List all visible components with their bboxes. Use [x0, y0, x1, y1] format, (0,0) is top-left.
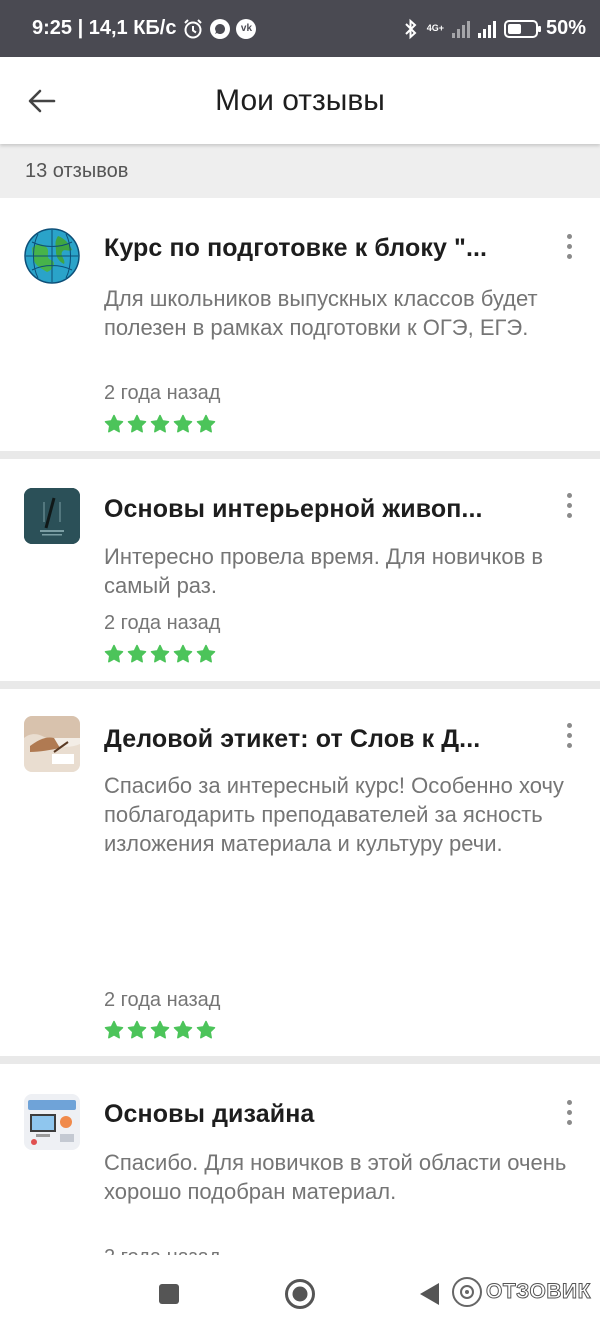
review-date: 2 года назад	[104, 1246, 220, 1255]
recents-button[interactable]	[150, 1275, 188, 1313]
review-title[interactable]: Курс по подготовке к блоку "...	[104, 234, 524, 263]
more-options-button[interactable]	[556, 485, 582, 525]
triangle-back-icon	[420, 1283, 439, 1305]
star-icon	[104, 1020, 124, 1039]
arrow-left-icon	[28, 89, 56, 113]
review-card[interactable]: Основы интерьерной живоп... Интересно пр…	[0, 459, 600, 681]
review-card[interactable]: Основы дизайна Спасибо. Для новичков в э…	[0, 1064, 600, 1255]
home-circle-icon	[285, 1279, 315, 1309]
business-etiquette-thumbnail	[24, 716, 80, 772]
home-button[interactable]	[281, 1275, 319, 1313]
watermark: ОТЗОВИК	[452, 1277, 591, 1307]
network-type: 4G+	[427, 24, 444, 33]
square-icon	[159, 1284, 179, 1304]
review-text: Интересно провела время. Для новичков в …	[104, 544, 544, 598]
alarm-icon	[182, 18, 204, 40]
star-icon	[127, 644, 147, 663]
review-title[interactable]: Основы дизайна	[104, 1100, 524, 1129]
review-title[interactable]: Деловой этикет: от Слов к Д...	[104, 725, 524, 754]
status-right: 4G+ 50%	[403, 17, 586, 40]
status-bar: 9:25 | 14,1 КБ/с vk 4G+ 50%	[0, 0, 600, 57]
back-nav-button[interactable]	[410, 1275, 448, 1313]
star-icon	[104, 414, 124, 433]
time-speed-text: 9:25 | 14,1 КБ/с	[32, 17, 177, 39]
review-title[interactable]: Основы интерьерной живоп...	[104, 495, 524, 524]
network-type-label: 4G+	[426, 23, 444, 33]
star-icon	[127, 1020, 147, 1039]
watermark-text: ОТЗОВИК	[486, 1280, 591, 1304]
reviews-count: 13 отзывов	[25, 159, 129, 182]
bluetooth-icon	[403, 18, 419, 40]
design-thumbnail	[24, 1094, 80, 1150]
star-icon	[104, 644, 124, 663]
otzovik-logo-icon	[452, 1277, 482, 1307]
star-icon	[127, 414, 147, 433]
star-icon	[173, 1020, 193, 1039]
star-icon	[173, 644, 193, 663]
review-card[interactable]: Курс по подготовке к блоку "... Для школ…	[0, 198, 600, 451]
vk-icon: vk	[236, 18, 257, 39]
page-title: Мои отзывы	[215, 83, 385, 117]
globe-thumbnail	[24, 228, 80, 284]
back-button[interactable]	[22, 81, 62, 121]
review-date: 2 года назад	[104, 382, 221, 404]
review-date: 2 года назад	[104, 989, 221, 1011]
signal-icon	[451, 20, 470, 38]
app-bar: Мои отзывы	[0, 57, 600, 144]
reviews-count-bar: 13 отзывов	[0, 144, 600, 198]
review-text: Спасибо за интересный курс! Особенно хоч…	[104, 773, 564, 856]
review-card[interactable]: Деловой этикет: от Слов к Д... Спасибо з…	[0, 689, 600, 1056]
review-date: 2 года назад	[104, 612, 221, 634]
star-icon	[150, 644, 170, 663]
star-icon	[150, 414, 170, 433]
rating-stars	[104, 644, 216, 664]
more-options-button[interactable]	[556, 1092, 582, 1132]
more-options-button[interactable]	[556, 226, 582, 266]
reviews-list[interactable]: Курс по подготовке к блоку "... Для школ…	[0, 198, 600, 1255]
system-nav-bar: ОТЗОВИК	[0, 1255, 600, 1333]
rating-stars	[104, 414, 216, 434]
review-text: Спасибо. Для новичков в этой области оче…	[104, 1150, 567, 1204]
battery-fill	[507, 23, 521, 34]
battery-icon	[503, 19, 541, 38]
review-text: Для школьников выпускных классов будет п…	[104, 286, 538, 340]
more-options-button[interactable]	[556, 715, 582, 755]
star-icon	[173, 414, 193, 433]
star-icon	[150, 1020, 170, 1039]
messenger-icon	[210, 18, 231, 39]
star-icon	[196, 414, 216, 433]
star-icon	[196, 644, 216, 663]
interior-painting-thumbnail	[24, 488, 80, 544]
signal-icon	[477, 20, 496, 38]
star-icon	[196, 1020, 216, 1039]
status-left: 9:25 | 14,1 КБ/с vk	[32, 17, 257, 40]
battery-percent: 50%	[545, 17, 586, 39]
rating-stars	[104, 1020, 216, 1040]
